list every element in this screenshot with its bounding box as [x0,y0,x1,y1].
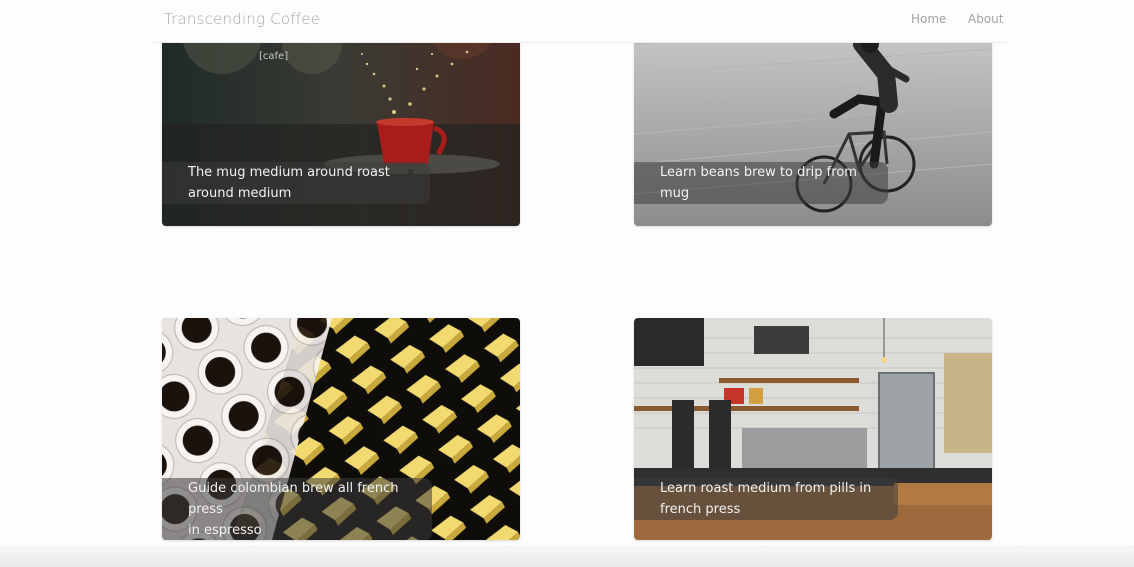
caption-line: french press [660,502,741,517]
caption-line: Guide colombian brew all french press [188,481,399,517]
caption-line: Learn beans brew to drip from mug [660,165,857,201]
caption-line: The mug medium around roast [188,165,390,180]
card-caption: Learn beans brew to drip from mug [634,162,888,204]
brand-logo[interactable]: Transcending Coffee [164,10,320,28]
card-caption: Learn roast medium from pills in french … [634,478,898,520]
card-caption: Guide colombian brew all french press in… [162,478,432,540]
navbar: Transcending Coffee Home About [150,0,1010,43]
post-card-coffee-shop[interactable]: Learn roast medium from pills in french … [634,318,992,540]
nav-home-link[interactable]: Home [911,12,946,26]
caption-line: Learn roast medium from pills in [660,481,872,496]
caption-line: around medium [188,186,292,201]
post-card-coffee-cups[interactable]: Guide colombian brew all french press in… [162,318,520,540]
cafe-tag: [cafe] [259,51,289,62]
card-caption: The mug medium around roast around mediu… [162,162,430,204]
page-bottom-shadow [0,545,1134,567]
caption-line: in espresso [188,523,262,538]
nav-about-link[interactable]: About [968,12,1003,26]
